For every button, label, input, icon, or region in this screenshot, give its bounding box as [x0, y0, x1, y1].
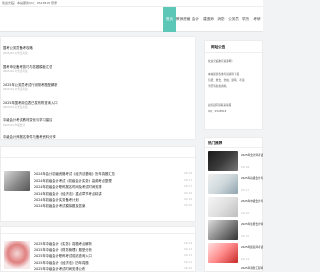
notice-line: 包括：财会、金融、建筑、考试、 [208, 79, 247, 82]
hot-thumbnail[interactable] [208, 151, 238, 171]
article-date: 09-16 [184, 197, 193, 201]
ranked-article-title[interactable]: 2024年初级会计考试《初级会计实务》高频考点整理 [34, 178, 184, 183]
article-title[interactable]: 国考公务员备考攻略 [3, 45, 33, 50]
article-list-panel: 国考公务员备考攻略 2025-04 公务员考试 国考申论备考技巧与答题模板汇总 … [0, 36, 196, 140]
ranked-article-title[interactable]: 2024年会计初级资格考试《经济法基础》历年真题汇总 [34, 171, 184, 176]
nav-item-postgrad[interactable]: 考研 [251, 7, 263, 32]
article-date: 09-12 [184, 253, 193, 257]
article-meta: 2025-04 中级会计 [3, 124, 26, 127]
top-info-bar: 欢迎光临！本站服务QQ：0543818 登录 [0, 0, 263, 7]
ranked-article-title[interactable]: 2024年初级会计职称报名时间及考试时间安排 [34, 184, 184, 189]
hot-item-date: 09-18 [241, 165, 250, 169]
article-date: 09-18 [184, 171, 193, 175]
ranked-article-title[interactable]: 2024年初级会计《经济法》重点章节考点精讲 [34, 191, 184, 196]
ranked-article-title[interactable]: 2025年中级会计职称考试成绩查询入口 [34, 253, 184, 258]
hot-item-date: 09-14 [241, 257, 250, 261]
article-thumbnail[interactable] [4, 171, 30, 191]
hot-thumbnail[interactable] [208, 197, 238, 217]
ranked-article-title[interactable]: 2025年中级会计考试时间安排公布 [34, 266, 184, 271]
ranked-article-title[interactable]: 2025年中级会计《财务管理》题型分析 [34, 247, 184, 252]
hot-item-title[interactable]: 2025年会计师考试真题及答案 [241, 153, 263, 157]
notice-line: 学历等各类资料。 [208, 85, 229, 88]
nav-item-teacher[interactable]: 教师资格 [176, 7, 190, 32]
nav-item-accounting[interactable]: 会计 [189, 7, 202, 32]
sidebar-hot-panel: 热门推荐 2025年会计师考试真题及答案 09-18 2025年初级会计考试资料… [204, 137, 264, 272]
top-info-text: 欢迎光临！本站服务QQ：0543818 登录 [2, 1, 58, 5]
article-date: 09-14 [184, 241, 193, 245]
article-date: 09-17 [184, 184, 193, 188]
article-title[interactable]: 中级会计师报名条件与备考资料分享 [3, 134, 56, 139]
article-date: 09-10 [184, 266, 193, 270]
hot-item-title[interactable]: 2025年初级会计考试资料汇总 [241, 176, 263, 180]
hot-thumbnail[interactable] [208, 243, 238, 263]
ranked-article-title[interactable]: 2025年中级会计《经济法》历年真题 [34, 260, 184, 265]
article-meta: 2025-04 公务员考试 [3, 106, 28, 109]
notice-line: 如有疑问请联系客服 [208, 104, 232, 107]
hot-heading: 热门推荐 [208, 141, 223, 145]
article-thumbnail[interactable] [4, 241, 30, 269]
sidebar-notice-panel: 网站公告 欢迎光临教育资源网！ 本站提供各类考试资料下载 包括：财会、金融、建筑… [204, 40, 264, 130]
hot-thumbnail[interactable] [208, 220, 238, 240]
hot-item-title[interactable]: 2025年中级会计考试高频考点 [241, 199, 263, 203]
nav-item-degree[interactable]: 学历 [240, 7, 251, 32]
ranked-article-title[interactable]: 2025年中级会计《实务》真题考点解析 [34, 241, 184, 246]
nav-item-builder[interactable]: 建造师 [202, 7, 215, 32]
article-title[interactable]: 中级会计考试教材变化与学习建议 [3, 117, 52, 122]
article-date: 09-11 [184, 260, 193, 264]
article-date: 09-16 [184, 191, 193, 195]
ranked-article-title[interactable]: 2024年初级会计考试模拟题及答案 [34, 203, 184, 208]
section-panel-intermediate: 2025年中级会计《实务》真题考点解析 09-14 2025年中级会计《财务管理… [0, 226, 197, 272]
ranked-article-title[interactable]: 2024年初级会计实务备考计划 [34, 197, 184, 202]
article-date: 09-13 [184, 247, 193, 251]
notice-heading: 网站公告 [211, 45, 226, 49]
nav-item-civil[interactable]: 公务员 [227, 7, 240, 32]
hot-item-date: 09-15 [241, 234, 250, 238]
notice-line: QQ：0543818 [208, 110, 227, 113]
hot-thumbnail[interactable] [208, 174, 238, 194]
section-panel-initial: 2024年会计初级资格考试《经济法基础》历年真题汇总 09-18 2024年初级… [0, 146, 197, 222]
nav-item-fire[interactable]: 消防 [215, 7, 227, 32]
hot-item-date: 09-16 [241, 211, 250, 215]
nav-item-home[interactable]: 首页 [163, 7, 176, 32]
notice-line: 欢迎光临教育资源网！ [208, 60, 234, 63]
hot-item-date: 09-17 [241, 188, 250, 192]
hot-item-title[interactable]: 2025年建造师考试真题解析 [241, 245, 263, 249]
notice-line: 本站提供各类考试资料下载 [208, 73, 240, 76]
article-meta: 2025-04 公务员考试 [3, 70, 28, 73]
main-navigation: 首页 教师资格 会计 建造师 消防 公务员 学历 考研 [0, 7, 263, 32]
article-date: 09-17 [184, 178, 193, 182]
article-meta: 2025-04 公务员考试 [3, 52, 28, 55]
hot-item-title[interactable]: 2025年注册会计师备考指南 [241, 222, 263, 226]
article-meta: 2025-04 公务员考试 [3, 88, 28, 91]
hot-item-title[interactable]: 2025年消防工程师考试大纲 [241, 266, 263, 270]
article-date: 09-15 [184, 203, 193, 207]
